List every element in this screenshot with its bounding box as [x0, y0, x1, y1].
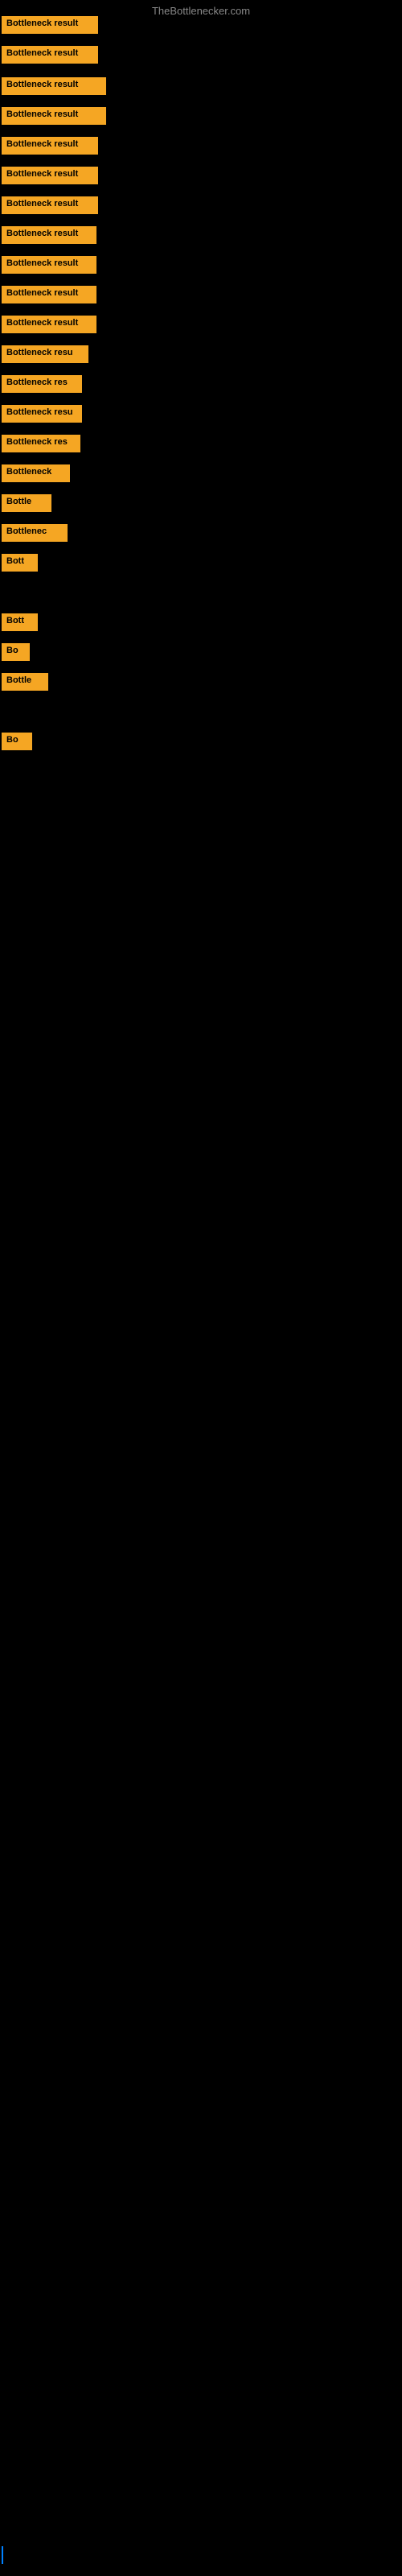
bottleneck-badge-3: Bottleneck result [2, 107, 106, 125]
site-title: TheBottlenecker.com [0, 5, 402, 17]
bottleneck-badge-5: Bottleneck result [2, 167, 98, 184]
bottleneck-badge-22: Bo [2, 733, 32, 750]
bottleneck-badge-4: Bottleneck result [2, 137, 98, 155]
bottleneck-badge-18: Bott [2, 554, 38, 572]
bottleneck-badge-17: Bottlenec [2, 524, 68, 542]
bottleneck-badge-2: Bottleneck result [2, 77, 106, 95]
bottleneck-badge-13: Bottleneck resu [2, 405, 82, 423]
bottleneck-badge-20: Bo [2, 643, 30, 661]
bottleneck-badge-0: Bottleneck result [2, 16, 98, 34]
bottleneck-badge-1: Bottleneck result [2, 46, 98, 64]
bottleneck-badge-9: Bottleneck result [2, 286, 96, 303]
bottleneck-badge-16: Bottle [2, 494, 51, 512]
bottleneck-badge-6: Bottleneck result [2, 196, 98, 214]
bottleneck-badge-10: Bottleneck result [2, 316, 96, 333]
bottleneck-badge-14: Bottleneck res [2, 435, 80, 452]
bottleneck-badge-12: Bottleneck res [2, 375, 82, 393]
bottleneck-badge-21: Bottle [2, 673, 48, 691]
bottleneck-badge-19: Bott [2, 613, 38, 631]
bottleneck-badge-15: Bottleneck [2, 464, 70, 482]
cursor-line-bottom [2, 2546, 3, 2564]
bottleneck-badge-7: Bottleneck result [2, 226, 96, 244]
bottleneck-badge-11: Bottleneck resu [2, 345, 88, 363]
bottleneck-badge-8: Bottleneck result [2, 256, 96, 274]
